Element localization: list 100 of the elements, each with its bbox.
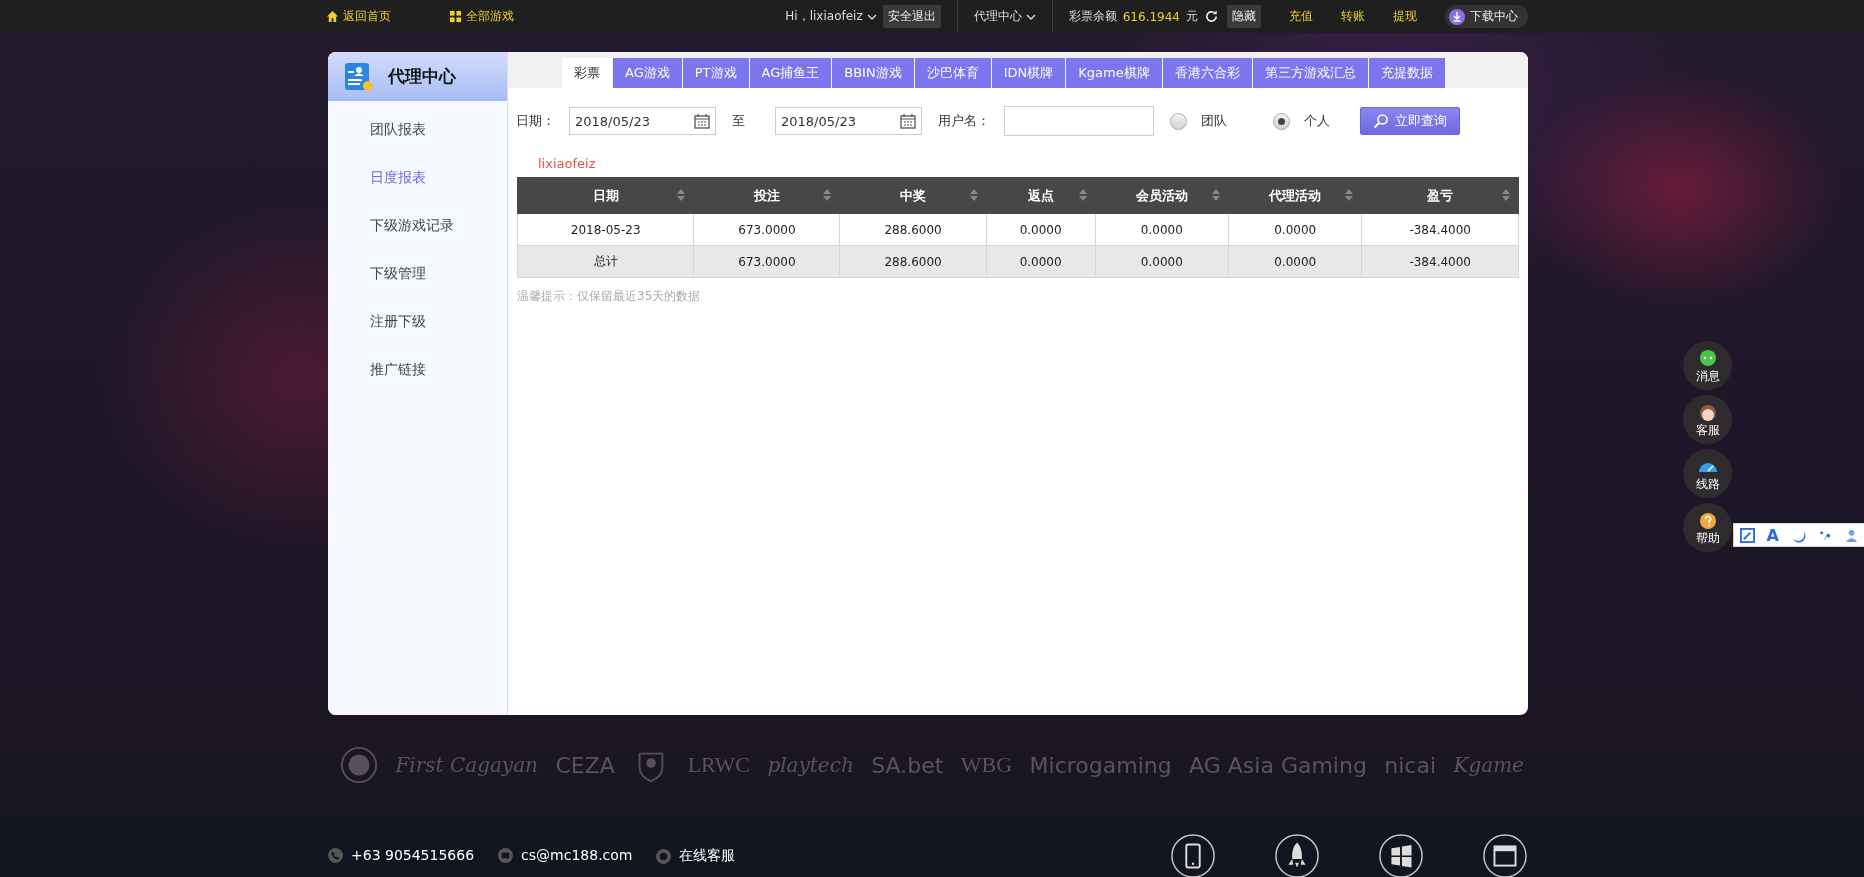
table-cell: 288.6000	[840, 213, 987, 246]
sort-icon	[1078, 189, 1087, 201]
table-cell: 0.0000	[1228, 245, 1362, 278]
sidebar-item[interactable]: 推广链接	[328, 345, 507, 393]
partner-logo: Kgame	[1453, 753, 1524, 777]
game-tab[interactable]: 沙巴体育	[914, 58, 991, 88]
balance-label: 彩票余额	[1068, 8, 1117, 25]
sort-icon	[823, 189, 832, 201]
column-header[interactable]: 代理活动	[1228, 177, 1362, 214]
radio-label: 个人	[1304, 112, 1330, 130]
partner-logo: WBG	[960, 752, 1013, 778]
table-cell: 0.0000	[1095, 245, 1229, 278]
logout-button[interactable]: 安全退出	[882, 5, 941, 28]
column-header[interactable]: 投注	[693, 177, 840, 214]
radio-button[interactable]	[1170, 112, 1187, 130]
radio-button[interactable]	[1273, 112, 1290, 130]
date-label: 日期：	[516, 112, 555, 130]
home-icon	[326, 10, 339, 23]
sidebar-item[interactable]: 下级游戏记录	[328, 201, 507, 249]
radio-label: 团队	[1201, 112, 1227, 130]
sidebar-item[interactable]: 注册下级	[328, 297, 507, 345]
table-cell: -384.4000	[1361, 245, 1519, 278]
table-cell: 0.0000	[986, 245, 1096, 278]
floating-button[interactable]: 客服	[1683, 395, 1732, 444]
all-games-link[interactable]: 全部游戏	[449, 8, 514, 25]
sidebar-title: 代理中心	[388, 65, 456, 88]
partner-logo: playtech	[767, 753, 854, 777]
account-action-link[interactable]: 转账	[1341, 8, 1365, 25]
refresh-icon[interactable]	[1204, 9, 1219, 24]
game-tab[interactable]: IDN棋牌	[991, 58, 1066, 88]
username-text: lixiaofeiz	[538, 156, 597, 171]
account-action-link[interactable]: 充值	[1289, 8, 1313, 25]
game-tab[interactable]: AG游戏	[613, 58, 682, 88]
chat-bubble-icon	[1697, 348, 1718, 369]
username-field[interactable]	[1004, 106, 1154, 136]
game-tab[interactable]: BBIN游戏	[832, 58, 914, 88]
sidebar-item[interactable]: 下级管理	[328, 249, 507, 297]
sort-icon	[1502, 189, 1510, 201]
hide-balance-button[interactable]: 隐藏	[1227, 5, 1261, 28]
font-size-button[interactable]: A	[1766, 525, 1779, 545]
game-tab[interactable]: Kgame棋牌	[1066, 58, 1162, 88]
download-icon	[1449, 8, 1465, 25]
start-date-field[interactable]: 2018/05/23	[569, 107, 716, 135]
sort-icon	[1345, 189, 1354, 201]
partner-logo: LRWC	[687, 752, 750, 778]
column-header[interactable]: 返点	[986, 177, 1096, 214]
person-icon[interactable]	[1844, 527, 1860, 543]
sidebar-item[interactable]: 团队报表	[328, 105, 507, 153]
phone-number: +63 9054515666	[351, 847, 475, 863]
phone-icon	[328, 847, 343, 863]
sort-icon	[969, 189, 978, 201]
partner-logo: CEZA	[555, 752, 615, 778]
game-tab[interactable]: 充提数据	[1368, 58, 1445, 88]
table-cell: 0.0000	[1095, 213, 1229, 246]
column-header[interactable]: 会员活动	[1095, 177, 1229, 214]
username-label: 用户名：	[938, 112, 990, 130]
browser-window-icon[interactable]	[1482, 833, 1528, 877]
floating-button[interactable]: 帮助	[1683, 503, 1732, 552]
sidebar-item[interactable]: 日度报表	[328, 153, 507, 201]
account-action-link[interactable]: 提现	[1393, 8, 1417, 25]
partner-logo: AG Asia Gaming	[1189, 752, 1367, 778]
calendar-icon	[900, 113, 916, 129]
expand-icon[interactable]	[1739, 527, 1755, 543]
column-header[interactable]: 盈亏	[1361, 177, 1519, 214]
live-chat-link[interactable]: 在线客服	[679, 847, 736, 865]
user-menu[interactable]: Hi，lixiaofeiz	[785, 8, 877, 25]
email-address: cs@mc188.com	[521, 847, 633, 863]
floating-button[interactable]: 线路	[1683, 449, 1732, 498]
floating-button[interactable]: 消息	[1683, 341, 1732, 390]
partner-logo: Microgaming	[1029, 752, 1172, 778]
game-tab[interactable]: AG捕鱼王	[749, 58, 832, 88]
calendar-icon	[694, 113, 710, 129]
game-tab[interactable]: PT游戏	[682, 58, 749, 88]
table-cell: 673.0000	[693, 213, 840, 246]
partner-logo: nicai	[1384, 752, 1437, 778]
currency-label: 元	[1186, 8, 1198, 25]
home-link[interactable]: 返回首页	[326, 8, 391, 25]
emblem-logo-icon	[340, 746, 378, 784]
table-cell: 0.0000	[986, 213, 1096, 246]
column-header[interactable]: 日期	[517, 177, 694, 214]
game-tab[interactable]: 第三方游戏汇总	[1252, 58, 1368, 88]
column-header[interactable]: 中奖	[840, 177, 987, 214]
agent-center-menu[interactable]: 代理中心	[973, 8, 1036, 25]
game-tab[interactable]: 香港六合彩	[1162, 58, 1252, 88]
caret-icon	[1025, 13, 1036, 20]
caret-icon	[866, 13, 877, 20]
game-tab[interactable]: 彩票	[562, 58, 612, 88]
download-center-button[interactable]: 下载中心	[1445, 5, 1528, 28]
table-cell: 673.0000	[693, 245, 840, 278]
agent-card-icon	[344, 61, 374, 92]
windows-icon[interactable]	[1378, 833, 1424, 877]
query-button[interactable]: 立即查询	[1360, 107, 1460, 135]
table-cell: 0.0000	[1228, 213, 1362, 246]
table-cell: 2018-05-23	[517, 213, 694, 246]
mobile-app-icon[interactable]	[1170, 833, 1216, 877]
balance-amount: 616.1944	[1122, 9, 1180, 24]
end-date-field[interactable]: 2018/05/23	[775, 107, 922, 135]
rocket-icon[interactable]	[1274, 833, 1320, 877]
agent-avatar-icon	[1697, 402, 1718, 423]
sort-icon	[1212, 189, 1221, 201]
